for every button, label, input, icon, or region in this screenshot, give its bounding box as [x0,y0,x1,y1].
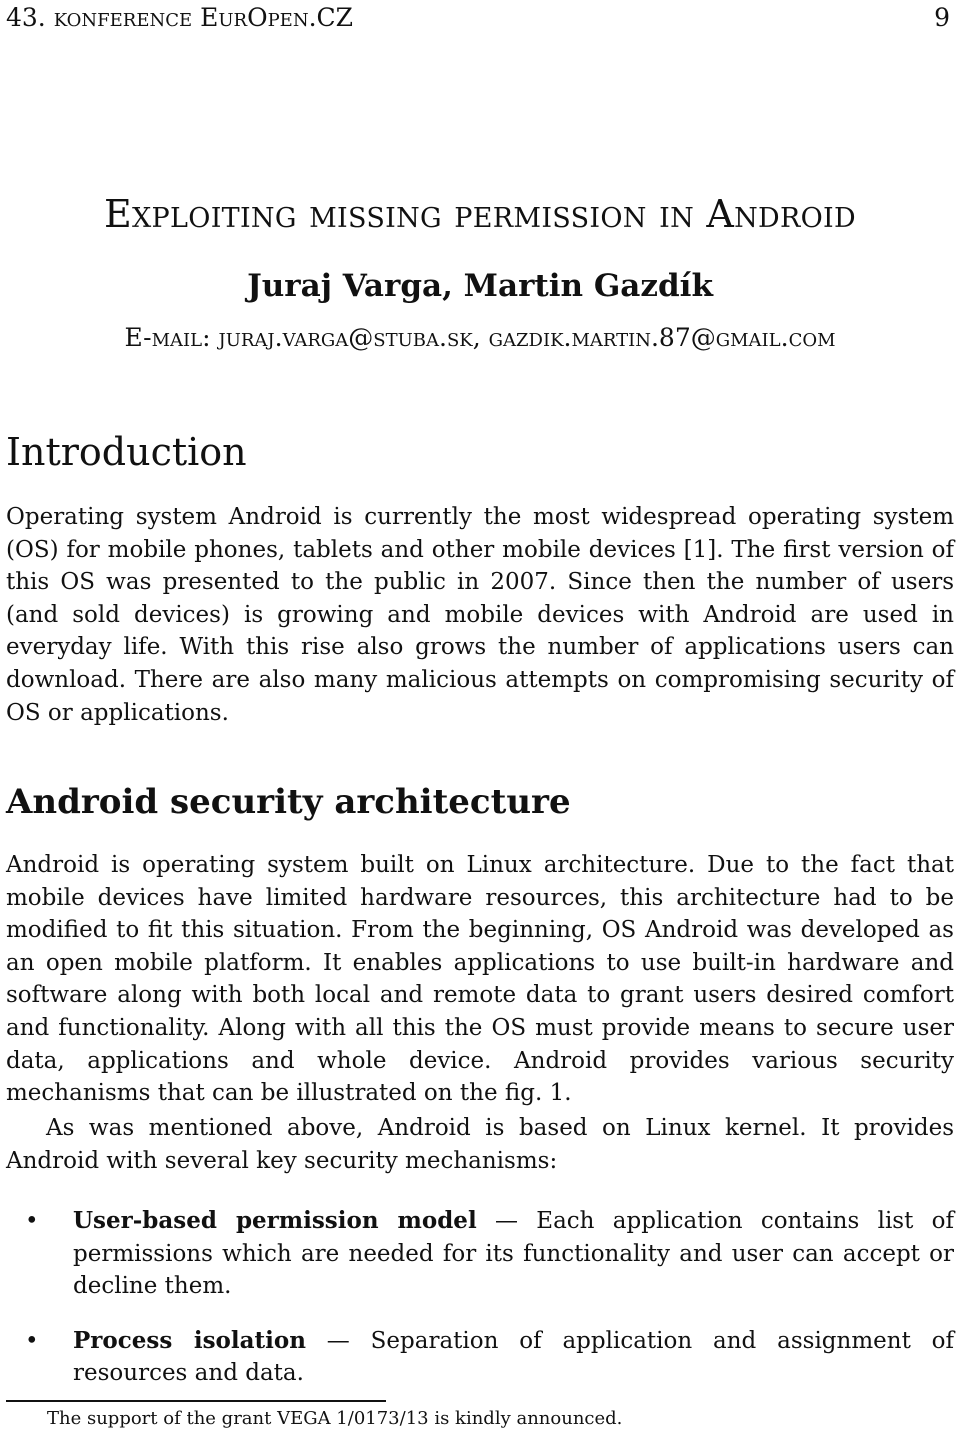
introduction-paragraph: Operating system Android is currently th… [6,504,954,726]
section-heading-security-architecture: Android security architecture [6,782,571,822]
paper-title: Exploiting missing permission in Android [104,192,856,236]
security-mechanisms-list: • User-based permission model — Each app… [6,1205,954,1412]
authors: Juraj Varga, Martin Gazdík [247,268,713,304]
list-item: • Process isolation — Separation of appl… [6,1325,954,1390]
architecture-paragraph-1: Android is operating system built on Lin… [6,852,954,1107]
running-head-left: 43. konference EurOpen.CZ [6,3,354,32]
architecture-paragraph-2: As was mentioned above, Android is based… [6,1115,954,1174]
list-item-separator: — [305,1327,371,1354]
list-item-separator: — [476,1208,537,1234]
running-head: 43. konference EurOpen.CZ 9 [6,2,950,42]
list-item-term: Process isolation [73,1326,306,1354]
page-number: 9 [934,3,950,32]
bullet-icon: • [25,1208,39,1234]
author-emails: E-mail: juraj.varga@stuba.sk, gazdik.mar… [124,323,836,352]
list-item-term: User-based permission model [73,1207,477,1234]
footnote: The support of the grant VEGA 1/0173/13 … [47,1408,623,1429]
list-item: • User-based permission model — Each app… [6,1205,954,1303]
footnote-rule [6,1400,386,1402]
section-heading-introduction: Introduction [6,430,247,474]
bullet-icon: • [25,1327,39,1354]
